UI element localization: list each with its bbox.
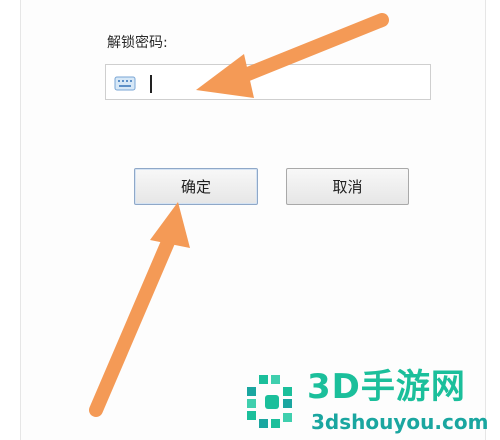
watermark-url: 3dshouyou.com — [311, 410, 489, 434]
password-label: 解锁密码: — [107, 35, 168, 51]
pixel-logo-icon — [247, 375, 292, 428]
site-watermark: 3D手游网 3dshouyou.com — [243, 365, 500, 440]
keyboard-icon — [114, 76, 136, 91]
ok-button[interactable]: 确定 — [134, 168, 258, 205]
password-input[interactable] — [152, 71, 412, 93]
cancel-button[interactable]: 取消 — [286, 168, 409, 205]
password-field[interactable] — [105, 64, 431, 100]
watermark-brand: 3D手游网 — [307, 367, 466, 407]
